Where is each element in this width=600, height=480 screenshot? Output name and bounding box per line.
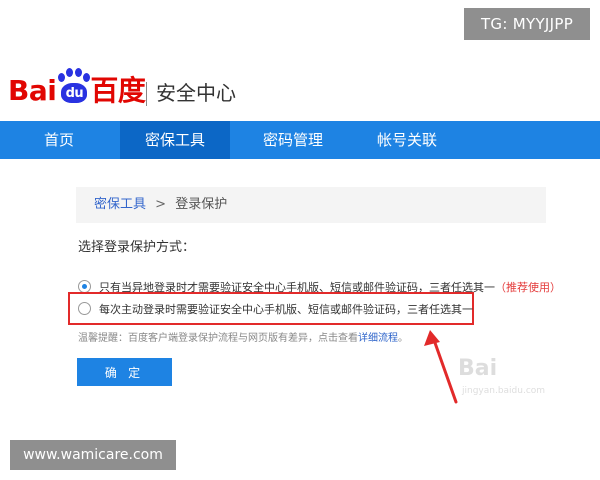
baidu-logo[interactable]: Bai du 百度 安全中心 xyxy=(8,66,308,110)
logo-wordmark: Bai du 百度 xyxy=(8,68,146,107)
logo-du-text: du xyxy=(61,83,88,103)
radio-every-login[interactable] xyxy=(78,302,91,315)
tip-suffix: 。 xyxy=(398,333,408,344)
recommend-close-paren: ） xyxy=(550,281,561,294)
option-every-login-label: 每次主动登录时需要验证安全中心手机版、短信或邮件验证码，三者任选其一 xyxy=(99,303,473,316)
paw-icon: du xyxy=(56,68,91,106)
nav-tab-home[interactable]: 首页 xyxy=(0,121,118,159)
watermark-badge-top: TG: MYYJJPP xyxy=(464,8,590,40)
breadcrumb-current: 登录保护 xyxy=(175,197,228,212)
tip-text: 温馨提醒：百度客户端登录保护流程与网页版有差异，点击查看详细流程。 xyxy=(78,329,408,344)
watermark-badge-bottom: www.wamicare.com xyxy=(10,440,176,470)
option-every-login[interactable]: 每次主动登录时需要验证安全中心手机版、短信或邮件验证码，三者任选其一 xyxy=(78,301,473,317)
recommend-tag: 推荐使用 xyxy=(506,281,550,294)
tip-prefix: 温馨提醒：百度客户端登录保护流程与网页版有差异，点击查看 xyxy=(78,333,358,344)
recommend-open-paren: （ xyxy=(495,281,506,294)
tip-details-link[interactable]: 详细流程 xyxy=(358,333,398,344)
nav-tab-password[interactable]: 密码管理 xyxy=(238,121,348,159)
logo-divider xyxy=(146,82,147,106)
faint-brand-text: Bai xyxy=(458,356,498,381)
logo-bai-text: Bai xyxy=(8,74,57,107)
logo-baidu-chinese: 百度 xyxy=(90,74,146,107)
faint-brand-sub: jingyan.baidu.com xyxy=(462,386,546,396)
breadcrumb-parent-link[interactable]: 密保工具 xyxy=(94,197,146,212)
security-center-title: 安全中心 xyxy=(156,81,236,105)
breadcrumb-separator: > xyxy=(155,197,167,212)
nav-tab-account-link[interactable]: 帐号关联 xyxy=(352,121,462,159)
nav-tab-security-tools[interactable]: 密保工具 xyxy=(120,121,230,159)
main-nav: 首页 密保工具 密码管理 帐号关联 xyxy=(0,121,600,159)
confirm-button[interactable]: 确 定 xyxy=(77,358,172,386)
protection-method-heading: 选择登录保护方式： xyxy=(78,240,196,255)
breadcrumb: 密保工具 > 登录保护 xyxy=(76,187,546,223)
faint-brand-watermark: Bai jingyan.baidu.com xyxy=(458,352,578,400)
screenshot-root: TG: MYYJJPP Bai du 百度 安全中心 首页 密保工具 密码管理 … xyxy=(0,0,600,480)
